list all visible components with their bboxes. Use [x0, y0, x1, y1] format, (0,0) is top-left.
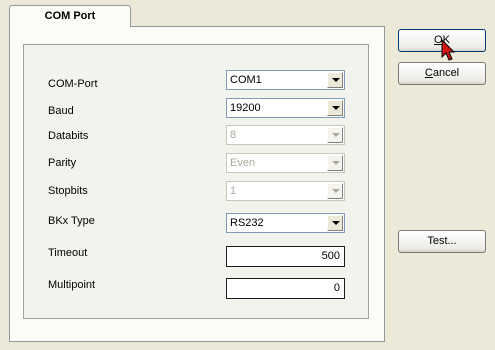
bkx-type-value: RS232 — [230, 217, 264, 229]
cancel-button[interactable]: Cancel — [398, 62, 486, 85]
chevron-down-icon[interactable] — [327, 100, 343, 116]
databits-label: Databits — [48, 130, 89, 142]
bkx-type-label: BKx Type — [48, 215, 95, 227]
chevron-down-icon[interactable] — [327, 72, 343, 88]
tab-joint — [10, 25, 130, 28]
baud-label: Baud — [48, 105, 74, 117]
parity-select: Even — [226, 153, 345, 173]
test-button[interactable]: Test... — [398, 230, 486, 253]
stopbits-select: 1 — [226, 181, 345, 201]
baud-select[interactable]: 19200 — [226, 98, 345, 118]
chevron-down-icon — [327, 183, 343, 199]
databits-value: 8 — [230, 129, 237, 141]
baud-value: 19200 — [230, 102, 261, 114]
bkx-type-select[interactable]: RS232 — [226, 213, 345, 233]
stopbits-value: 1 — [230, 185, 237, 197]
cancel-mnemonic: C — [424, 67, 433, 79]
multipoint-label: Multipoint — [48, 279, 96, 291]
parity-label: Parity — [48, 157, 77, 169]
mouse-cursor-icon — [441, 39, 456, 61]
com-port-label: COM-Port — [48, 78, 98, 90]
tab-com-port[interactable]: COM Port — [9, 5, 131, 27]
com-port-select[interactable]: COM1 — [226, 70, 345, 90]
timeout-input[interactable]: 500 — [226, 246, 345, 267]
databits-select: 8 — [226, 125, 345, 145]
stopbits-label: Stopbits — [48, 185, 88, 197]
multipoint-input[interactable]: 0 — [226, 278, 345, 299]
chevron-down-icon — [327, 127, 343, 143]
com-port-value: COM1 — [230, 74, 262, 86]
cancel-label-rest: ancel — [432, 67, 460, 79]
chevron-down-icon[interactable] — [327, 215, 343, 231]
chevron-down-icon — [327, 155, 343, 171]
timeout-label: Timeout — [48, 247, 88, 259]
parity-value: Even — [230, 157, 256, 169]
